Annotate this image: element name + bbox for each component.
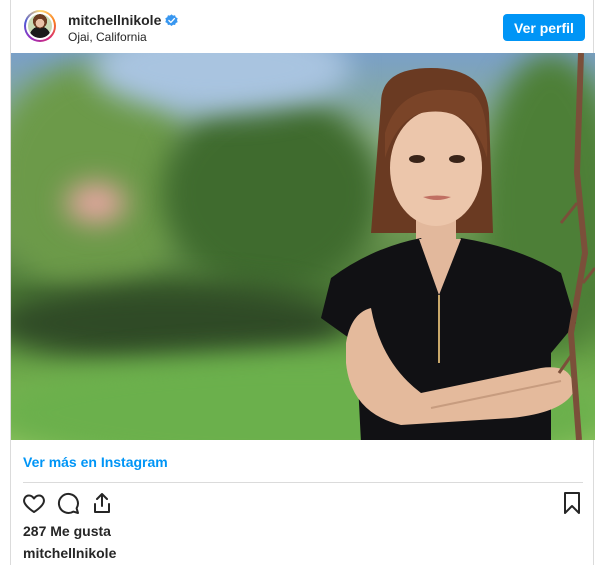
view-more-on-instagram-link[interactable]: Ver más en Instagram — [23, 454, 168, 470]
username-link[interactable]: mitchellnikole — [68, 12, 161, 28]
location-link[interactable]: Ojai, California — [68, 30, 147, 44]
verified-badge-icon — [165, 13, 179, 26]
likes-count[interactable]: 287 Me gusta — [23, 523, 111, 539]
photo-bg-shade — [11, 283, 351, 363]
instagram-embed-card: mitchellnikole Ojai, California Ver perf… — [10, 0, 595, 565]
caption-username[interactable]: mitchellnikole — [23, 545, 116, 561]
view-profile-button[interactable]: Ver perfil — [503, 14, 585, 41]
bookmark-icon[interactable] — [560, 491, 584, 515]
username-row: mitchellnikole — [68, 12, 179, 28]
share-icon[interactable] — [90, 491, 114, 515]
post-photo[interactable] — [11, 53, 595, 440]
avatar-image — [26, 12, 54, 40]
avatar[interactable] — [24, 10, 56, 42]
heart-icon[interactable] — [22, 491, 46, 515]
branch-decoration — [557, 53, 595, 440]
photo-bg-flowers — [66, 183, 126, 223]
post-header: mitchellnikole Ojai, California Ver perf… — [11, 0, 595, 53]
comment-icon[interactable] — [56, 491, 80, 515]
divider — [23, 482, 583, 483]
